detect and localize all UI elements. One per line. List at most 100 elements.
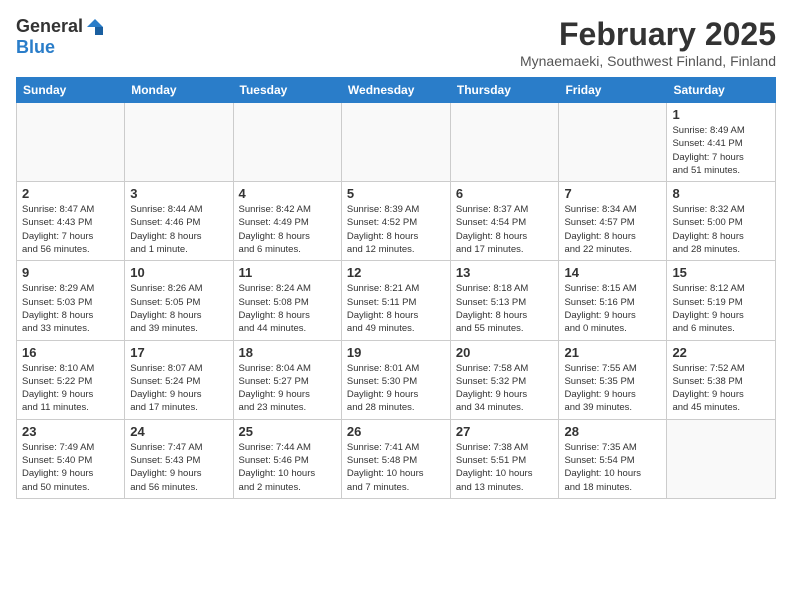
calendar-week-row: 1Sunrise: 8:49 AM Sunset: 4:41 PM Daylig… — [17, 103, 776, 182]
calendar-cell: 25 Sunrise: 7:44 AM Sunset: 5:46 PM Dayli… — [233, 419, 341, 498]
title-block: February 2025 Mynaemaeki, Southwest Finl… — [520, 16, 776, 69]
day-detail: Sunrise: 8:39 AM Sunset: 4:52 PM Dayligh… — [347, 203, 445, 256]
calendar-cell: 14 Sunrise: 8:15 AM Sunset: 5:16 PM Dayli… — [559, 261, 667, 340]
day-number: 13 — [456, 265, 554, 280]
logo-blue-text: Blue — [16, 37, 55, 58]
day-detail: Sunrise: 8:32 AM Sunset: 5:00 PM Dayligh… — [672, 203, 770, 256]
calendar-cell: 13 Sunrise: 8:18 AM Sunset: 5:13 PM Dayli… — [450, 261, 559, 340]
day-detail: Sunrise: 8:01 AM Sunset: 5:30 PM Dayligh… — [347, 362, 445, 415]
day-of-week-header: Sunday — [17, 78, 125, 103]
day-number: 2 — [22, 186, 119, 201]
day-number: 16 — [22, 345, 119, 360]
calendar-table: SundayMondayTuesdayWednesdayThursdayFrid… — [16, 77, 776, 499]
day-detail: Sunrise: 8:34 AM Sunset: 4:57 PM Dayligh… — [564, 203, 661, 256]
calendar-cell: 4 Sunrise: 8:42 AM Sunset: 4:49 PM Daylig… — [233, 182, 341, 261]
page-header: General Blue February 2025 Mynaemaeki, S… — [16, 16, 776, 69]
calendar-cell: 11 Sunrise: 8:24 AM Sunset: 5:08 PM Dayli… — [233, 261, 341, 340]
calendar-cell: 3 Sunrise: 8:44 AM Sunset: 4:46 PM Daylig… — [125, 182, 233, 261]
calendar-cell — [17, 103, 125, 182]
calendar-cell — [233, 103, 341, 182]
logo-general-text: General — [16, 16, 83, 37]
calendar-cell: 24Sunrise: 7:47 AM Sunset: 5:43 PM Dayli… — [125, 419, 233, 498]
day-number: 5 — [347, 186, 445, 201]
day-detail: Sunrise: 8:42 AM Sunset: 4:49 PM Dayligh… — [239, 203, 336, 256]
calendar-cell: 21Sunrise: 7:55 AM Sunset: 5:35 PM Dayli… — [559, 340, 667, 419]
day-detail: Sunrise: 8:15 AM Sunset: 5:16 PM Dayligh… — [564, 282, 661, 335]
day-number: 4 — [239, 186, 336, 201]
day-detail: Sunrise: 7:38 AM Sunset: 5:51 PM Dayligh… — [456, 441, 554, 494]
day-number: 8 — [672, 186, 770, 201]
day-of-week-header: Thursday — [450, 78, 559, 103]
day-detail: Sunrise: 8:18 AM Sunset: 5:13 PM Dayligh… — [456, 282, 554, 335]
day-number: 3 — [130, 186, 227, 201]
day-of-week-header: Friday — [559, 78, 667, 103]
day-of-week-header: Monday — [125, 78, 233, 103]
day-number: 14 — [564, 265, 661, 280]
day-detail: Sunrise: 7:35 AM Sunset: 5:54 PM Dayligh… — [564, 441, 661, 494]
calendar-cell — [450, 103, 559, 182]
day-of-week-header: Saturday — [667, 78, 776, 103]
logo: General Blue — [16, 16, 105, 58]
day-number: 7 — [564, 186, 661, 201]
day-number: 6 — [456, 186, 554, 201]
calendar-cell — [125, 103, 233, 182]
day-number: 19 — [347, 345, 445, 360]
day-number: 15 — [672, 265, 770, 280]
calendar-cell: 27 Sunrise: 7:38 AM Sunset: 5:51 PM Dayli… — [450, 419, 559, 498]
day-number: 17 — [130, 345, 227, 360]
calendar-week-row: 23Sunrise: 7:49 AM Sunset: 5:40 PM Dayli… — [17, 419, 776, 498]
day-number: 25 — [239, 424, 336, 439]
day-number: 23 — [22, 424, 119, 439]
calendar-cell: 12 Sunrise: 8:21 AM Sunset: 5:11 PM Dayli… — [341, 261, 450, 340]
day-detail: Sunrise: 7:44 AM Sunset: 5:46 PM Dayligh… — [239, 441, 336, 494]
calendar-cell: 19 Sunrise: 8:01 AM Sunset: 5:30 PM Dayli… — [341, 340, 450, 419]
day-detail: Sunrise: 8:12 AM Sunset: 5:19 PM Dayligh… — [672, 282, 770, 335]
day-number: 9 — [22, 265, 119, 280]
calendar-cell — [341, 103, 450, 182]
day-number: 28 — [564, 424, 661, 439]
calendar-cell — [667, 419, 776, 498]
calendar-cell: 20 Sunrise: 7:58 AM Sunset: 5:32 PM Dayli… — [450, 340, 559, 419]
calendar-cell: 18Sunrise: 8:04 AM Sunset: 5:27 PM Dayli… — [233, 340, 341, 419]
day-number: 26 — [347, 424, 445, 439]
month-title: February 2025 — [520, 16, 776, 53]
calendar-cell: 2 Sunrise: 8:47 AM Sunset: 4:43 PM Daylig… — [17, 182, 125, 261]
calendar-cell: 5 Sunrise: 8:39 AM Sunset: 4:52 PM Daylig… — [341, 182, 450, 261]
calendar-cell: 16 Sunrise: 8:10 AM Sunset: 5:22 PM Dayli… — [17, 340, 125, 419]
logo-icon — [85, 17, 105, 37]
day-number: 27 — [456, 424, 554, 439]
calendar-cell: 7 Sunrise: 8:34 AM Sunset: 4:57 PM Daylig… — [559, 182, 667, 261]
day-detail: Sunrise: 8:24 AM Sunset: 5:08 PM Dayligh… — [239, 282, 336, 335]
day-number: 12 — [347, 265, 445, 280]
calendar-cell: 28 Sunrise: 7:35 AM Sunset: 5:54 PM Dayli… — [559, 419, 667, 498]
day-detail: Sunrise: 8:10 AM Sunset: 5:22 PM Dayligh… — [22, 362, 119, 415]
day-detail: Sunrise: 8:37 AM Sunset: 4:54 PM Dayligh… — [456, 203, 554, 256]
location-subtitle: Mynaemaeki, Southwest Finland, Finland — [520, 53, 776, 69]
calendar-cell: 23Sunrise: 7:49 AM Sunset: 5:40 PM Dayli… — [17, 419, 125, 498]
day-number: 24 — [130, 424, 227, 439]
calendar-cell: 10 Sunrise: 8:26 AM Sunset: 5:05 PM Dayli… — [125, 261, 233, 340]
day-number: 10 — [130, 265, 227, 280]
day-detail: Sunrise: 7:41 AM Sunset: 5:48 PM Dayligh… — [347, 441, 445, 494]
day-detail: Sunrise: 8:49 AM Sunset: 4:41 PM Dayligh… — [672, 124, 770, 177]
calendar-cell: 6 Sunrise: 8:37 AM Sunset: 4:54 PM Daylig… — [450, 182, 559, 261]
day-detail: Sunrise: 8:44 AM Sunset: 4:46 PM Dayligh… — [130, 203, 227, 256]
day-detail: Sunrise: 7:55 AM Sunset: 5:35 PM Dayligh… — [564, 362, 661, 415]
calendar-cell: 9Sunrise: 8:29 AM Sunset: 5:03 PM Daylig… — [17, 261, 125, 340]
calendar-week-row: 16 Sunrise: 8:10 AM Sunset: 5:22 PM Dayli… — [17, 340, 776, 419]
day-detail: Sunrise: 8:26 AM Sunset: 5:05 PM Dayligh… — [130, 282, 227, 335]
calendar-cell: 15 Sunrise: 8:12 AM Sunset: 5:19 PM Dayli… — [667, 261, 776, 340]
day-of-week-header: Wednesday — [341, 78, 450, 103]
day-detail: Sunrise: 7:58 AM Sunset: 5:32 PM Dayligh… — [456, 362, 554, 415]
calendar-cell — [559, 103, 667, 182]
calendar-week-row: 2 Sunrise: 8:47 AM Sunset: 4:43 PM Daylig… — [17, 182, 776, 261]
day-detail: Sunrise: 8:04 AM Sunset: 5:27 PM Dayligh… — [239, 362, 336, 415]
day-number: 22 — [672, 345, 770, 360]
day-number: 20 — [456, 345, 554, 360]
calendar-cell: 8 Sunrise: 8:32 AM Sunset: 5:00 PM Daylig… — [667, 182, 776, 261]
day-detail: Sunrise: 8:21 AM Sunset: 5:11 PM Dayligh… — [347, 282, 445, 335]
day-number: 11 — [239, 265, 336, 280]
day-detail: Sunrise: 8:47 AM Sunset: 4:43 PM Dayligh… — [22, 203, 119, 256]
calendar-header-row: SundayMondayTuesdayWednesdayThursdayFrid… — [17, 78, 776, 103]
calendar-cell: 22Sunrise: 7:52 AM Sunset: 5:38 PM Dayli… — [667, 340, 776, 419]
